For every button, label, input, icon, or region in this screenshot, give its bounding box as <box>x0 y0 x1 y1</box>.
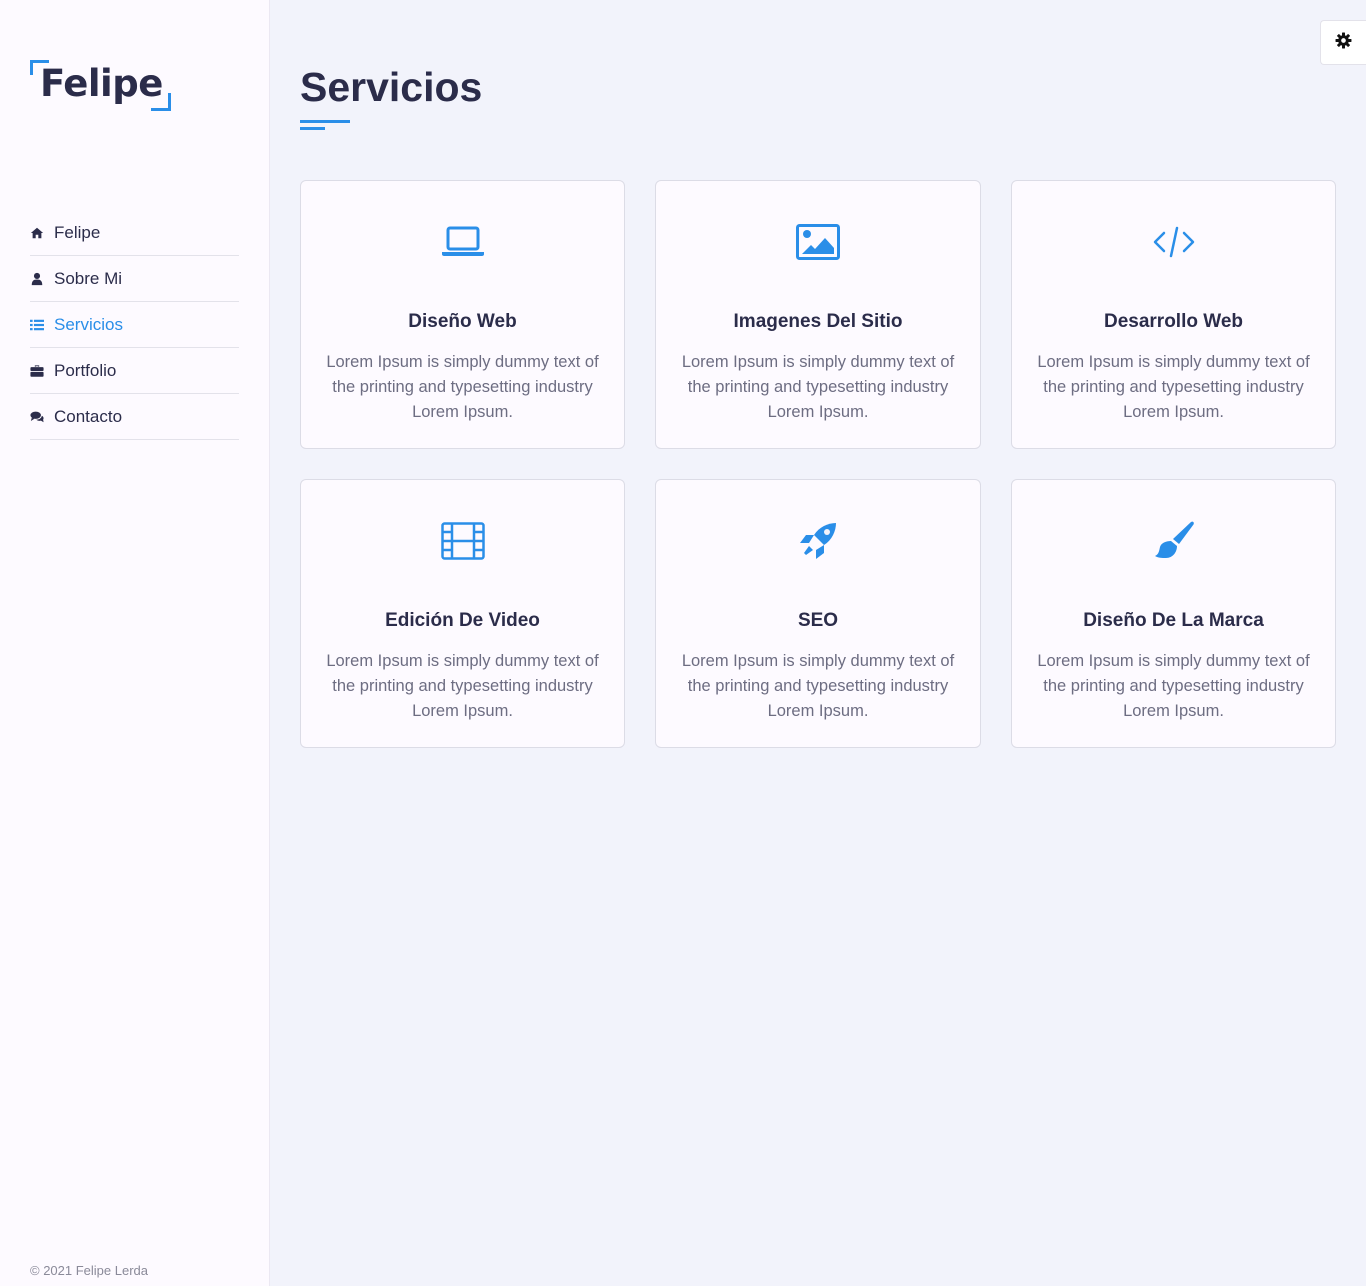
nav-item-label: Sobre Mi <box>54 268 123 288</box>
sidebar-nav: Felipe Sobre Mi Servicios Portfolio Cont… <box>30 210 239 440</box>
service-card: SEO Lorem Ipsum is simply dummy text of … <box>655 479 981 748</box>
service-description: Lorem Ipsum is simply dummy text of the … <box>681 353 955 421</box>
nav-item-label: Contacto <box>54 406 123 426</box>
service-title: Diseño Web <box>408 311 517 332</box>
service-description: Lorem Ipsum is simply dummy text of the … <box>681 652 955 720</box>
service-title: Edición De Video <box>385 610 540 631</box>
code-icon <box>1012 221 1335 263</box>
copyright: © 2021 Felipe Lerda <box>30 1263 148 1278</box>
nav-item-servicios[interactable]: Servicios <box>30 302 239 348</box>
logo-text: Felipe <box>40 62 163 105</box>
gear-icon <box>1335 32 1352 54</box>
laptop-icon <box>301 221 624 263</box>
service-card: Edición De Video Lorem Ipsum is simply d… <box>300 479 625 748</box>
service-description: Lorem Ipsum is simply dummy text of the … <box>1037 353 1310 421</box>
service-card: Desarrollo Web Lorem Ipsum is simply dum… <box>1011 180 1336 449</box>
comments-icon <box>30 410 44 424</box>
title-underline-short <box>300 127 325 130</box>
service-description: Lorem Ipsum is simply dummy text of the … <box>326 652 599 720</box>
nav-item-portfolio[interactable]: Portfolio <box>30 348 239 394</box>
title-underline <box>300 120 350 123</box>
nav-item-contacto[interactable]: Contacto <box>30 394 239 440</box>
nav-item-felipe[interactable]: Felipe <box>30 210 239 256</box>
service-description: Lorem Ipsum is simply dummy text of the … <box>1037 652 1310 720</box>
film-icon <box>301 520 624 562</box>
service-card: Diseño De La Marca Lorem Ipsum is simply… <box>1011 479 1336 748</box>
home-icon <box>30 226 44 240</box>
services-grid: Diseño Web Lorem Ipsum is simply dummy t… <box>300 180 1336 748</box>
user-icon <box>30 272 44 286</box>
nav-item-label: Felipe <box>54 222 101 242</box>
nav-item-sobre-mi[interactable]: Sobre Mi <box>30 256 239 302</box>
nav-item-label: Portfolio <box>54 360 117 380</box>
service-title: Imagenes Del Sitio <box>733 311 903 332</box>
nav-item-label: Servicios <box>54 314 123 334</box>
logo[interactable]: Felipe <box>30 60 171 111</box>
service-description: Lorem Ipsum is simply dummy text of the … <box>326 353 599 421</box>
briefcase-icon <box>30 364 44 378</box>
rocket-icon <box>656 520 980 562</box>
paint-brush-icon <box>1012 520 1335 562</box>
list-icon <box>30 318 44 332</box>
logo-corner-bottom-right <box>151 93 171 111</box>
service-title: Diseño De La Marca <box>1083 610 1264 631</box>
image-icon <box>656 221 980 263</box>
settings-button[interactable] <box>1320 20 1366 65</box>
sidebar: Felipe Felipe Sobre Mi Servicios Portfol… <box>0 0 270 1286</box>
service-card: Imagenes Del Sitio Lorem Ipsum is simply… <box>655 180 981 449</box>
service-card: Diseño Web Lorem Ipsum is simply dummy t… <box>300 180 625 449</box>
service-title: SEO <box>797 610 839 631</box>
service-title: Desarrollo Web <box>1103 311 1244 332</box>
page-title: Servicios <box>300 64 483 110</box>
